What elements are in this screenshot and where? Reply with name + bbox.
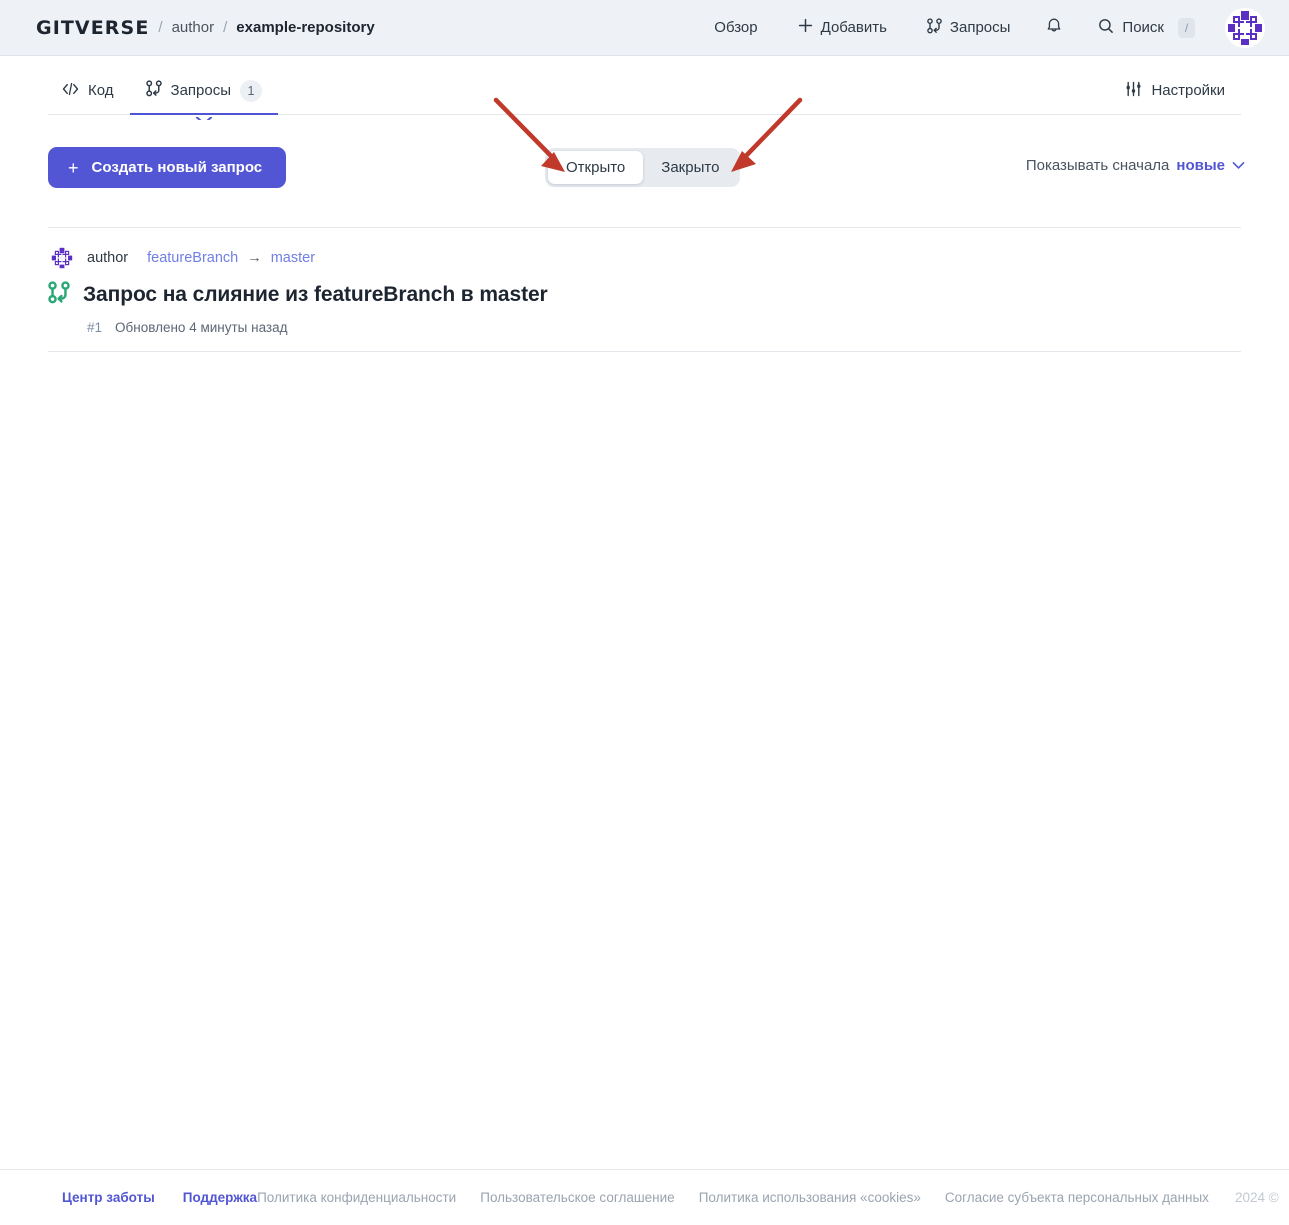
footer-link-privacy-policy[interactable]: Политика конфиденциальности bbox=[257, 1190, 456, 1205]
pull-request-meta: author featureBranch → master bbox=[50, 246, 1241, 270]
footer-link-user-agreement[interactable]: Пользовательское соглашение bbox=[480, 1190, 674, 1205]
nav-overview-label: Обзор bbox=[714, 19, 758, 36]
filter-open-button[interactable]: Открыто bbox=[548, 151, 644, 184]
tab-pull-requests-count: 1 bbox=[240, 79, 263, 102]
gitverse-logo[interactable]: GITVERSE bbox=[36, 17, 149, 39]
breadcrumb-separator-1: / bbox=[158, 19, 163, 36]
breadcrumb-separator-2: / bbox=[223, 19, 228, 36]
sort-label: Показывать сначала bbox=[1025, 157, 1170, 174]
avatar[interactable] bbox=[50, 246, 74, 270]
nav-item-pull-requests[interactable]: Запросы bbox=[907, 10, 1031, 46]
search-shortcut-key: / bbox=[1178, 17, 1195, 38]
code-icon bbox=[62, 82, 79, 100]
breadcrumb-repository[interactable]: example-repository bbox=[236, 19, 374, 36]
sliders-icon bbox=[1125, 81, 1142, 101]
pull-request-number[interactable]: #1 bbox=[87, 320, 102, 335]
pull-request-icon bbox=[927, 17, 942, 38]
chevron-down-icon[interactable] bbox=[1232, 161, 1245, 170]
pull-request-title[interactable]: Запрос на слияние из featureBranch в mas… bbox=[83, 283, 548, 307]
pull-request-title-row: Запрос на слияние из featureBranch в mas… bbox=[48, 281, 1241, 309]
repo-tabs: Код Запросы 1 bbox=[48, 66, 279, 120]
footer-copyright: 2024 © bbox=[1234, 1190, 1279, 1205]
search-icon bbox=[1098, 18, 1114, 38]
list-item[interactable]: author featureBranch → master Запрос на … bbox=[48, 228, 1241, 351]
nav-item-notifications[interactable] bbox=[1030, 10, 1078, 46]
tab-pull-requests-notch bbox=[195, 112, 212, 120]
pull-request-icon bbox=[145, 80, 162, 101]
filter-closed-button[interactable]: Закрыто bbox=[643, 151, 737, 184]
page-footer: Центр заботы Поддержка Политика конфиден… bbox=[0, 1169, 1289, 1225]
footer-link-cookie-policy[interactable]: Политика использования «cookies» bbox=[699, 1190, 921, 1205]
sort-control: Показывать сначала новые bbox=[1026, 157, 1245, 174]
list-divider-bottom bbox=[48, 351, 1241, 352]
pull-request-author[interactable]: author bbox=[87, 250, 128, 266]
app-page: GITVERSE / author / example-repository О… bbox=[0, 0, 1289, 1225]
pull-request-list: author featureBranch → master Запрос на … bbox=[48, 227, 1241, 352]
tab-settings-label: Настройки bbox=[1151, 82, 1225, 99]
create-pull-request-button[interactable]: + Создать новый запрос bbox=[48, 147, 287, 188]
footer-link-care-center[interactable]: Центр заботы bbox=[62, 1190, 155, 1205]
global-nav: Обзор Добавить Запросы Поиск / bbox=[694, 7, 1265, 48]
tab-code[interactable]: Код bbox=[48, 66, 130, 115]
nav-item-overview[interactable]: Обзор bbox=[694, 10, 777, 46]
footer-links: Центр заботы Поддержка Политика конфиден… bbox=[62, 1190, 1279, 1205]
pull-request-icon bbox=[48, 281, 70, 309]
global-header: GITVERSE / author / example-repository О… bbox=[0, 0, 1289, 56]
footer-link-support[interactable]: Поддержка bbox=[183, 1190, 257, 1205]
nav-add-label: Добавить bbox=[820, 19, 887, 36]
tab-pull-requests[interactable]: Запросы 1 bbox=[129, 66, 279, 120]
pull-request-updated: Обновлено 4 минуты назад bbox=[115, 320, 288, 335]
branch-arrow-icon: → bbox=[247, 250, 262, 266]
tab-code-label: Код bbox=[88, 82, 114, 99]
repo-tab-bar: Код Запросы 1 Настройки bbox=[0, 56, 1289, 120]
breadcrumb-owner[interactable]: author bbox=[172, 19, 215, 36]
nav-search-label: Поиск bbox=[1122, 19, 1164, 36]
tab-pull-requests-label: Запросы bbox=[170, 82, 232, 99]
tab-settings[interactable]: Настройки bbox=[1111, 66, 1241, 115]
nav-item-add[interactable]: Добавить bbox=[778, 10, 907, 46]
state-filter-segmented-control: Открыто Закрыто bbox=[545, 148, 741, 187]
repo-tabs-right: Настройки bbox=[1111, 66, 1241, 115]
create-pull-request-label: Создать новый запрос bbox=[91, 159, 263, 176]
plus-icon bbox=[798, 18, 813, 37]
target-branch-link[interactable]: master bbox=[271, 250, 315, 266]
plus-icon: + bbox=[68, 157, 79, 178]
source-branch-link[interactable]: featureBranch bbox=[147, 250, 238, 266]
breadcrumb: GITVERSE / author / example-repository bbox=[36, 17, 375, 39]
bell-icon bbox=[1046, 17, 1062, 38]
pull-request-subline: #1 Обновлено 4 минуты назад bbox=[87, 320, 1241, 335]
nav-item-search[interactable]: Поиск / bbox=[1078, 10, 1215, 46]
nav-pull-requests-label: Запросы bbox=[949, 19, 1011, 36]
footer-link-personal-data-consent[interactable]: Согласие субъекта персональных данных bbox=[945, 1190, 1209, 1205]
sort-value[interactable]: новые bbox=[1176, 157, 1225, 174]
avatar[interactable] bbox=[1225, 7, 1265, 48]
